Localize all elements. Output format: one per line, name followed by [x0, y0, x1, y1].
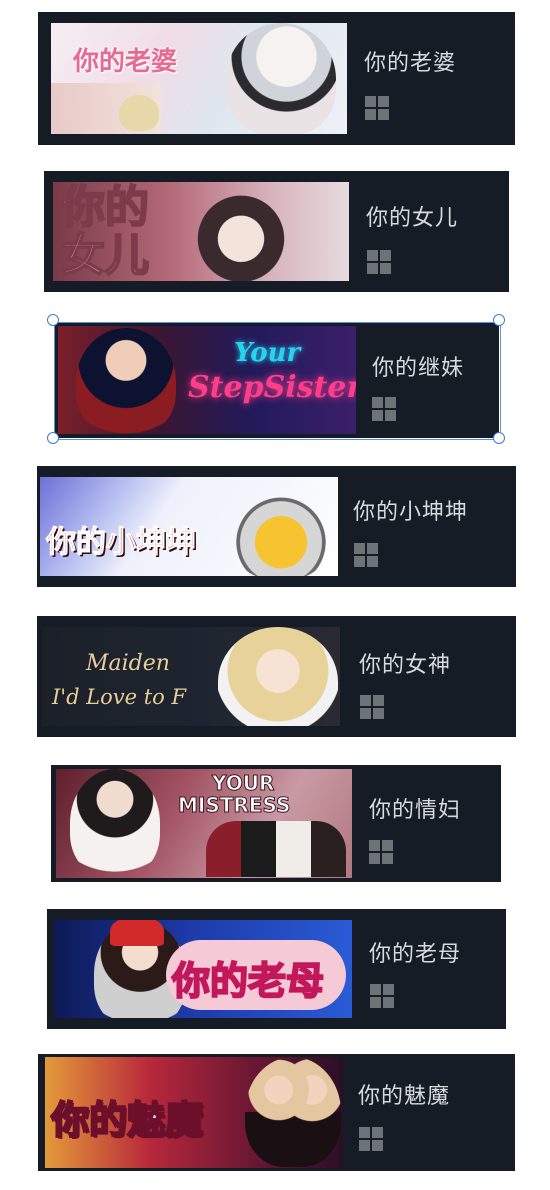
capsule-character [193, 186, 289, 281]
windows-icon [354, 543, 378, 567]
game-card[interactable]: 你的小坤坤 你的小坤坤 [37, 466, 516, 587]
game-title: 你的情妇 [369, 798, 462, 823]
game-capsule-image[interactable]: Your StepSister [58, 326, 356, 434]
capsule-title-line: MISTRESS [177, 793, 291, 818]
game-capsule-image[interactable]: 你的老婆 [51, 23, 347, 134]
game-card[interactable]: 你的老母 你的老母 [47, 909, 506, 1029]
game-title: 你的继妹 [372, 356, 465, 381]
capsule-title-line: Maiden [86, 651, 170, 676]
windows-icon [365, 96, 389, 120]
capsule-title-text: 你的老母 [171, 957, 325, 1004]
game-card[interactable]: Your StepSister 你的继妹 [54, 322, 499, 438]
game-capsule-image[interactable]: 你的女儿 [53, 182, 349, 281]
game-capsule-image[interactable]: Maiden I'd Love to F [42, 627, 340, 726]
game-capsule-image[interactable]: 你的小坤坤 [40, 477, 338, 576]
game-capsule-image[interactable]: YOUR MISTRESS [56, 769, 352, 878]
game-title: 你的女儿 [366, 206, 459, 231]
capsule-title-text: 你的魅魔 [50, 1096, 204, 1143]
capsule-character [245, 1057, 341, 1167]
game-capsule-image[interactable]: 你的魅魔 [45, 1057, 343, 1168]
capsule-title-line: StepSister [188, 370, 356, 405]
resize-handle-bottom-right[interactable] [493, 432, 505, 444]
windows-icon [360, 695, 384, 719]
game-title: 你的老婆 [364, 51, 457, 76]
game-card[interactable]: 你的女儿 你的女儿 [44, 171, 509, 292]
capsule-character [76, 328, 176, 434]
game-title: 你的小坤坤 [353, 500, 469, 525]
game-card[interactable]: 你的老婆 你的老婆 [38, 12, 515, 145]
windows-icon [372, 397, 396, 421]
game-title: 你的魅魔 [358, 1084, 451, 1109]
game-title: 你的女神 [359, 653, 452, 678]
game-capsule-image[interactable]: 你的老母 [54, 920, 352, 1018]
resize-handle-top-right[interactable] [493, 314, 505, 326]
game-title: 你的老母 [369, 942, 462, 967]
resize-handle-top-left[interactable] [47, 314, 59, 326]
capsule-character [232, 487, 330, 576]
windows-icon [359, 1127, 383, 1151]
capsule-character [226, 23, 336, 134]
game-card[interactable]: Maiden I'd Love to F 你的女神 [37, 616, 516, 737]
windows-icon [370, 984, 394, 1008]
capsule-title-text: 你的小坤坤 [46, 525, 197, 561]
capsule-title-text: 你的老婆 [73, 47, 178, 77]
game-card[interactable]: YOUR MISTRESS 你的情妇 [51, 765, 501, 882]
capsule-title-line: I'd Love to F [52, 685, 187, 709]
capsule-character [218, 627, 338, 726]
capsule-title-text: 你的女儿 [60, 182, 150, 281]
capsule-character [70, 769, 160, 877]
capsule-plush [119, 95, 159, 131]
capsule-title-line: YOUR [211, 771, 275, 796]
capsule-character-group [206, 821, 346, 877]
game-card[interactable]: 你的魅魔 你的魅魔 [38, 1054, 515, 1171]
windows-icon [367, 250, 391, 274]
capsule-title-line: Your [234, 338, 301, 368]
windows-icon [369, 840, 393, 864]
resize-handle-bottom-left[interactable] [47, 432, 59, 444]
capsule-santa-hat [110, 920, 164, 946]
